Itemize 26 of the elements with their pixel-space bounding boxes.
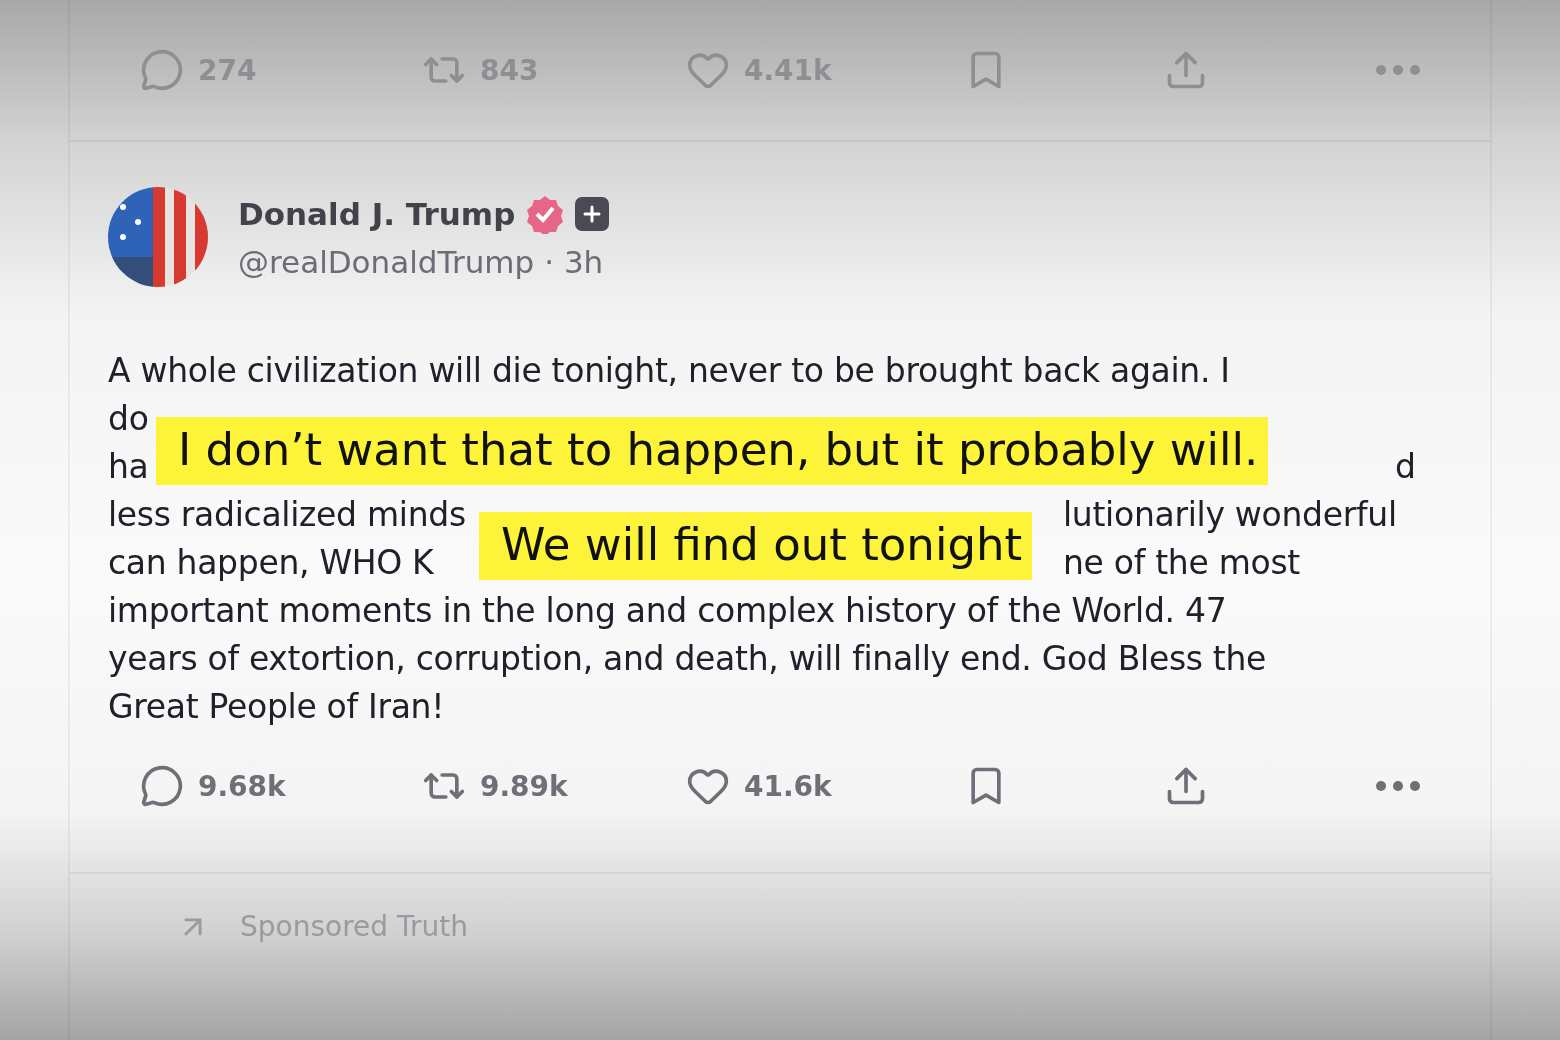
comment-icon (140, 764, 184, 808)
post-text: do (108, 398, 149, 440)
more-icon (1376, 781, 1420, 791)
post-text: important moments in the long and complex history of the World. 47 (108, 590, 1227, 632)
plus-badge-icon (575, 197, 610, 231)
author-name[interactable]: Donald J. Trump (238, 196, 516, 232)
more-icon (1376, 65, 1420, 75)
comment-icon (140, 48, 184, 92)
user-handle[interactable]: @realDonaldTrump (238, 244, 535, 280)
post-text: Great People of Iran! (108, 686, 445, 728)
highlighted-quote: I don’t want that to happen, but it probably will. (156, 417, 1269, 485)
highlighted-quote: We will find out tonight (479, 512, 1033, 580)
post-text: less radicalized minds (108, 494, 466, 536)
post-text: lutionarily wonderful (1063, 494, 1397, 536)
post-text: A whole civilization will die tonight, never to be brought back again. I (108, 350, 1230, 392)
more-button[interactable] (1376, 781, 1420, 791)
like-button[interactable]: 41.6k (686, 764, 832, 808)
post-text: ne of the most (1063, 542, 1300, 584)
post-text: ha (108, 446, 149, 488)
post-text: d (1395, 446, 1416, 488)
post-time: · 3h (544, 244, 604, 280)
post-text: years of extortion, corruption, and death, will finally end. God Bless the (108, 638, 1267, 680)
post-text: can happen, WHO K (108, 542, 434, 584)
sponsored-label: Sponsored Truth (240, 910, 468, 943)
reply-button[interactable]: 9.68k (140, 764, 286, 808)
repost-button[interactable]: 9.89k (422, 764, 568, 808)
